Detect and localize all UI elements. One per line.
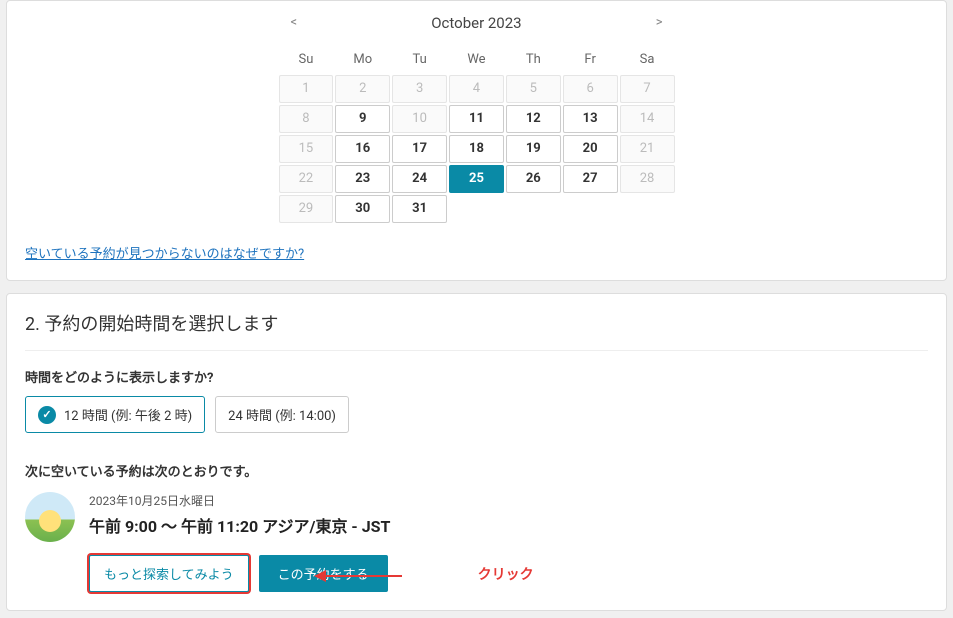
calendar-week: 22232425262728 — [279, 165, 675, 193]
calendar-prev-button[interactable]: < — [283, 11, 306, 34]
calendar-day: 28 — [620, 165, 675, 193]
calendar-wrap: < October 2023 > SuMoTuWeThFrSa 12345678… — [25, 1, 928, 225]
calendar-day[interactable]: 27 — [563, 165, 618, 193]
calendar-day: 4 — [449, 75, 504, 103]
slot-actions: もっと探索してみよう この予約をする クリック — [89, 555, 928, 592]
time-format-24h-label: 24 時間 (例: 14:00) — [228, 405, 336, 424]
calendar-day[interactable]: 18 — [449, 135, 504, 163]
calendar-day: 1 — [279, 75, 334, 103]
calendar-week: 1234567 — [279, 75, 675, 103]
next-available-label: 次に空いている予約は次のとおりです。 — [25, 461, 928, 480]
calendar-day: 2 — [335, 75, 390, 103]
calendar-day[interactable]: 30 — [335, 195, 390, 223]
calendar-day[interactable]: 11 — [449, 105, 504, 133]
section-title: 2. 予約の開始時間を選択します — [25, 294, 928, 351]
annotation: クリック — [398, 564, 534, 584]
calendar-dow-row: SuMoTuWeThFrSa — [279, 46, 675, 73]
check-icon: ✓ — [38, 406, 56, 424]
arrow-icon — [314, 566, 404, 586]
calendar-week: 15161718192021 — [279, 135, 675, 163]
calendar-body: 1234567891011121314151617181920212223242… — [279, 75, 675, 223]
time-format-question: 時間をどのように表示しますか? — [25, 367, 928, 386]
calendar-header: < October 2023 > — [277, 1, 677, 44]
calendar-day[interactable]: 25 — [449, 165, 504, 193]
calendar-day: 3 — [392, 75, 447, 103]
calendar-next-button[interactable]: > — [648, 11, 671, 34]
no-availability-help-link[interactable]: 空いている予約が見つからないのはなぜですか? — [25, 243, 304, 262]
annotation-label: クリック — [478, 564, 534, 584]
calendar-dow: Fr — [563, 46, 618, 73]
calendar-day: 14 — [620, 105, 675, 133]
time-format-options: ✓ 12 時間 (例: 午後 2 時) 24 時間 (例: 14:00) — [25, 396, 928, 433]
calendar-day: 21 — [620, 135, 675, 163]
calendar-grid: SuMoTuWeThFrSa 1234567891011121314151617… — [277, 44, 677, 225]
calendar-dow: Mo — [335, 46, 390, 73]
calendar-day[interactable]: 9 — [335, 105, 390, 133]
calendar-day[interactable]: 13 — [563, 105, 618, 133]
calendar-day: 6 — [563, 75, 618, 103]
calendar-day: 15 — [279, 135, 334, 163]
calendar-day: 8 — [279, 105, 334, 133]
calendar-day[interactable]: 19 — [506, 135, 561, 163]
provider-avatar — [25, 492, 75, 542]
calendar-day[interactable]: 12 — [506, 105, 561, 133]
calendar-panel: < October 2023 > SuMoTuWeThFrSa 12345678… — [6, 0, 947, 281]
slot-body: 2023年10月25日水曜日 午前 9:00 ～ 午前 11:20 アジア/東京… — [89, 492, 928, 592]
calendar-dow: Sa — [620, 46, 675, 73]
calendar-day: 29 — [279, 195, 334, 223]
calendar-day[interactable]: 16 — [335, 135, 390, 163]
slot-date: 2023年10月25日水曜日 — [89, 492, 928, 509]
calendar-dow: Th — [506, 46, 561, 73]
time-format-24h-button[interactable]: 24 時間 (例: 14:00) — [215, 396, 349, 433]
calendar-week: 891011121314 — [279, 105, 675, 133]
calendar-day[interactable]: 31 — [392, 195, 447, 223]
calendar-day[interactable]: 20 — [563, 135, 618, 163]
explore-more-button[interactable]: もっと探索してみよう — [89, 555, 249, 592]
calendar-day: 7 — [620, 75, 675, 103]
calendar-day: 5 — [506, 75, 561, 103]
slot-time: 午前 9:00 ～ 午前 11:20 アジア/東京 - JST — [89, 513, 928, 537]
calendar-dow: Su — [279, 46, 334, 73]
calendar-day[interactable]: 23 — [335, 165, 390, 193]
time-format-12h-button[interactable]: ✓ 12 時間 (例: 午後 2 時) — [25, 396, 205, 433]
calendar-day[interactable]: 26 — [506, 165, 561, 193]
calendar-day: 22 — [279, 165, 334, 193]
calendar-day[interactable]: 17 — [392, 135, 447, 163]
time-selection-panel: 2. 予約の開始時間を選択します 時間をどのように表示しますか? ✓ 12 時間… — [6, 293, 947, 611]
calendar: < October 2023 > SuMoTuWeThFrSa 12345678… — [277, 1, 677, 225]
calendar-week: 293031 — [279, 195, 675, 223]
calendar-dow: Tu — [392, 46, 447, 73]
calendar-day: 10 — [392, 105, 447, 133]
calendar-day[interactable]: 24 — [392, 165, 447, 193]
appointment-slot: 2023年10月25日水曜日 午前 9:00 ～ 午前 11:20 アジア/東京… — [25, 492, 928, 592]
calendar-title: October 2023 — [431, 14, 521, 32]
calendar-dow: We — [449, 46, 504, 73]
time-format-12h-label: 12 時間 (例: 午後 2 時) — [64, 405, 192, 424]
